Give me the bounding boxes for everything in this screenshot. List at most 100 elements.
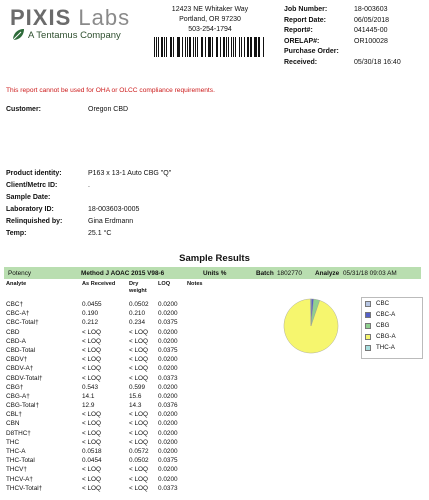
potency-method: Method J AOAC 2015 V98-6	[81, 269, 165, 277]
table-row: CBD < LOQ < LOQ 0.0200	[6, 328, 256, 337]
table-row: THC < LOQ < LOQ 0.0200	[6, 438, 256, 447]
potency-section-label: Potency	[8, 269, 32, 277]
temp-field: Temp: 25.1 °C	[6, 230, 111, 237]
potency-header-bar: Potency Method J AOAC 2015 V98-6 Units %…	[4, 267, 421, 279]
dry-weight-cell: < LOQ	[129, 328, 149, 336]
legend-item: CBC	[365, 298, 422, 309]
table-row: CBC† 0.0455 0.0502 0.0200	[6, 300, 256, 309]
as-received-cell: 0.543	[82, 383, 98, 391]
legend-item: CBG	[365, 320, 422, 331]
legend-swatch	[365, 344, 371, 351]
loq-cell: 0.0200	[158, 466, 178, 474]
field-value: 18-003603-0005	[88, 206, 140, 213]
as-received-cell: 0.0518	[82, 448, 102, 455]
loq-cell: 0.0373	[158, 484, 178, 492]
dry-weight-cell: 14.3	[129, 402, 142, 410]
table-row: D8THC† < LOQ < LOQ 0.0200	[6, 429, 256, 438]
batch-value: 1802770	[277, 269, 302, 277]
report-number-row: Report#: 041445-00	[284, 26, 429, 37]
field-label: Sample Date:	[6, 194, 51, 201]
dry-weight-cell: < LOQ	[129, 356, 149, 364]
legend-label: THC-A	[376, 344, 395, 351]
loq-cell: 0.0200	[158, 310, 178, 318]
col-header-as-received: As Received	[82, 281, 116, 287]
dry-weight-cell: < LOQ	[129, 365, 149, 373]
legend-swatch	[365, 333, 371, 340]
customer-value: Oregon CBD	[88, 106, 129, 113]
analyte-cell: THCV-A†	[6, 475, 33, 483]
loq-cell: 0.0200	[158, 420, 178, 428]
lab-address: 12423 NE Whitaker Way Portland, OR 97230…	[150, 5, 270, 35]
job-info-label: Job Number:	[284, 6, 328, 13]
loq-cell: 0.0200	[158, 301, 178, 308]
dry-weight-cell: 0.0572	[129, 448, 149, 455]
table-row: CBG-Total† 12.9 14.3 0.0376	[6, 401, 256, 410]
logo-brand: PIXIS	[10, 5, 72, 30]
loq-cell: 0.0200	[158, 411, 178, 419]
analyte-cell: CBD-A	[6, 337, 26, 345]
as-received-cell: < LOQ	[82, 438, 102, 446]
legend-swatch	[365, 322, 371, 329]
potency-pie-chart	[283, 298, 339, 354]
as-received-cell: 0.0455	[82, 301, 102, 308]
as-received-cell: < LOQ	[82, 420, 102, 428]
analyte-cell: CBDV-A†	[6, 365, 34, 373]
as-received-cell: < LOQ	[82, 475, 102, 483]
col-header-dry-weight: Dry weight	[129, 281, 147, 294]
legend-item: THC-A	[365, 342, 422, 353]
analyte-cell: CBD-Total	[6, 346, 36, 354]
analyte-cell: CBC-Total†	[6, 319, 39, 327]
col-header-loq: LOQ	[158, 281, 171, 287]
as-received-cell: < LOQ	[82, 411, 102, 419]
loq-cell: 0.0373	[158, 374, 178, 382]
analyze-label: Analyze	[315, 269, 340, 277]
table-row: CBD-A < LOQ < LOQ 0.0200	[6, 337, 256, 346]
as-received-cell: < LOQ	[82, 374, 102, 382]
table-row: CBDV† < LOQ < LOQ 0.0200	[6, 355, 256, 364]
dry-weight-cell: 0.0502	[129, 457, 149, 465]
table-row: THC-A 0.0518 0.0572 0.0200	[6, 447, 256, 456]
dry-weight-cell: 0.234	[129, 319, 145, 327]
relinquished-by-field: Relinquished by: Gina Erdmann	[6, 218, 133, 225]
job-info: Job Number: 18-003603 Report Date: 06/05/2…	[284, 5, 429, 69]
loq-cell: 0.0200	[158, 328, 178, 336]
analyte-cell: THCV†	[6, 466, 27, 474]
received-row: Received: 05/30/18 16:40	[284, 58, 429, 69]
table-row: CBL† < LOQ < LOQ 0.0200	[6, 410, 256, 419]
pixis-labs-logo: PIXIS Labs A Tentamus Company	[10, 5, 140, 43]
results-column-headers: Analyte As Received Dry weight LOQ Notes	[6, 281, 246, 299]
orelap-row: ORELAP#: OR100028	[284, 37, 429, 48]
analyte-cell: D8THC†	[6, 429, 31, 437]
field-label: Laboratory ID:	[6, 206, 54, 213]
lab-address-line: 12423 NE Whitaker Way	[171, 6, 249, 13]
legend-item: CBC-A	[365, 309, 422, 320]
job-info-label: ORELAP#:	[284, 37, 320, 45]
as-received-cell: < LOQ	[82, 466, 102, 474]
table-row: CBDV-A† < LOQ < LOQ 0.0200	[6, 364, 256, 373]
col-header-analyte: Analyte	[6, 281, 27, 287]
loq-cell: 0.0200	[158, 356, 178, 364]
product-identity-field: Product identity: P163 x 13-1 Auto CBG "…	[6, 170, 171, 177]
dry-weight-cell: 0.599	[129, 383, 145, 391]
loq-cell: 0.0200	[158, 475, 178, 483]
loq-cell: 0.0200	[158, 383, 178, 391]
legend-swatch	[365, 311, 371, 318]
customer-field: Customer: Oregon CBD	[6, 106, 128, 113]
field-label: Client/Metrc ID:	[6, 182, 58, 189]
dry-weight-cell: 0.0502	[129, 301, 149, 308]
analyte-cell: THC-A	[6, 448, 26, 455]
table-row: THC-Total 0.0454 0.0502 0.0375	[6, 456, 256, 465]
job-info-label: Report#:	[284, 27, 313, 35]
table-row: CBD-Total < LOQ < LOQ 0.0375	[6, 346, 256, 355]
loq-cell: 0.0375	[158, 457, 178, 465]
job-info-value: 05/30/18 16:40	[354, 58, 401, 66]
logo-brand-suffix: Labs	[71, 5, 131, 30]
as-received-cell: < LOQ	[82, 346, 102, 354]
table-row: CBC-Total† 0.212 0.234 0.0375	[6, 318, 256, 327]
job-info-value: 041445-00	[354, 27, 388, 35]
analyte-cell: CBDV-Total†	[6, 374, 43, 382]
analyte-cell: CBL†	[6, 411, 22, 419]
dry-weight-cell: < LOQ	[129, 337, 149, 345]
analyte-cell: CBC†	[6, 301, 24, 308]
field-value: 25.1 °C	[88, 230, 112, 237]
